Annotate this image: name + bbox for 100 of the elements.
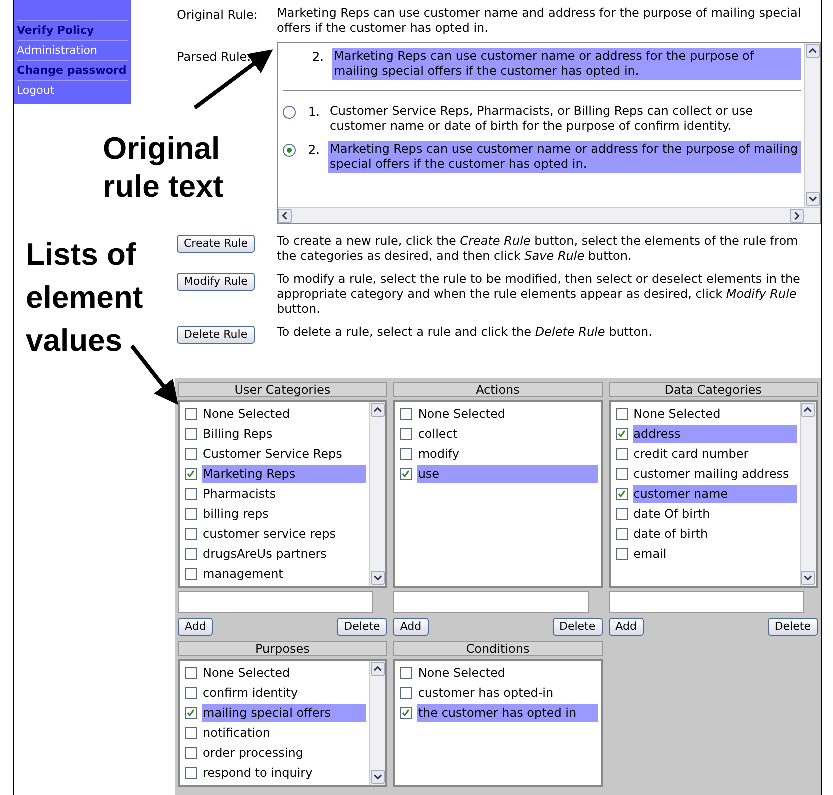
scroll-right-icon[interactable] <box>790 208 804 222</box>
vertical-scrollbar[interactable] <box>804 43 820 207</box>
scroll-down-icon[interactable] <box>806 192 820 206</box>
sidebar-link[interactable]: Change password <box>17 60 128 80</box>
list-item[interactable]: None Selected <box>202 405 366 423</box>
checkbox[interactable] <box>185 468 197 480</box>
list-item[interactable]: billing reps <box>202 505 366 523</box>
checkbox[interactable] <box>185 428 197 440</box>
scroll-up-icon[interactable] <box>801 403 816 417</box>
checkbox[interactable] <box>616 428 628 440</box>
input-field[interactable] <box>608 591 804 613</box>
checkbox[interactable] <box>400 687 412 699</box>
checkbox[interactable] <box>185 767 197 779</box>
list-item[interactable]: respond to inquiry <box>202 764 366 782</box>
list-item[interactable]: email <box>632 545 797 563</box>
list-item[interactable]: the customer has opted in <box>417 704 598 722</box>
rule-option[interactable]: Marketing Reps can use customer name or address for the purpose of mailing special offers if the customer has opted in. <box>328 141 801 173</box>
input-field[interactable] <box>178 591 374 613</box>
scroll-up-icon[interactable] <box>806 44 820 58</box>
delete-button[interactable]: Delete <box>768 618 818 636</box>
category-header: Actions <box>393 382 603 397</box>
list-item[interactable]: customer mailing address <box>632 465 797 483</box>
add-button[interactable]: Add <box>178 618 214 636</box>
rule-number: 2. <box>312 49 324 66</box>
list-item[interactable]: collect <box>417 425 598 443</box>
checkbox[interactable] <box>185 568 197 580</box>
list-item[interactable]: None Selected <box>417 405 598 423</box>
list-item[interactable]: None Selected <box>632 405 797 423</box>
checkmark-icon <box>187 709 195 717</box>
checkbox[interactable] <box>400 707 412 719</box>
sidebar-link[interactable]: Administration <box>17 40 128 60</box>
delete-button[interactable]: Delete <box>337 618 388 636</box>
action-button[interactable]: Modify Rule <box>177 273 255 291</box>
add-button[interactable]: Add <box>608 618 644 636</box>
checkbox[interactable] <box>400 428 412 440</box>
checkbox[interactable] <box>400 448 412 460</box>
list-item[interactable]: Marketing Reps <box>202 465 366 483</box>
list-item[interactable]: date of birth <box>632 525 797 543</box>
list-item[interactable]: Customer Service Reps <box>202 445 366 463</box>
action-button[interactable]: Create Rule <box>177 235 255 253</box>
scrollbar[interactable] <box>800 402 816 586</box>
scroll-down-icon[interactable] <box>801 571 816 585</box>
list-item[interactable]: management <box>202 565 366 583</box>
list-item[interactable]: customer service reps <box>202 525 366 543</box>
list-item[interactable]: None Selected <box>417 664 598 682</box>
checkbox[interactable] <box>400 408 412 420</box>
checkbox[interactable] <box>616 548 628 560</box>
list-item[interactable]: notification <box>202 724 366 742</box>
radio-button[interactable] <box>283 106 296 119</box>
checkbox[interactable] <box>185 508 197 520</box>
input-field[interactable] <box>393 591 589 613</box>
list-item[interactable]: drugsAreUs partners <box>202 545 366 563</box>
rule-option[interactable]: Customer Service Reps, Pharmacists, or Billing Reps can collect or use customer name or date of birth for the purpose of confirm identity. <box>328 103 801 135</box>
list-item[interactable]: customer has opted-in <box>417 684 598 702</box>
radio-button[interactable] <box>283 144 296 157</box>
list-item[interactable]: Billing Reps <box>202 425 366 443</box>
list-item[interactable]: None Selected <box>202 664 366 682</box>
checkbox[interactable] <box>185 727 197 739</box>
scroll-up-icon[interactable] <box>370 403 385 417</box>
checkbox[interactable] <box>185 687 197 699</box>
scrollbar[interactable] <box>369 402 386 586</box>
list-item[interactable]: credit card number <box>632 445 797 463</box>
category-header: Conditions <box>393 641 603 656</box>
checkbox[interactable] <box>616 448 628 460</box>
list-item[interactable]: modify <box>417 445 598 463</box>
checkbox[interactable] <box>185 707 197 719</box>
scroll-left-icon[interactable] <box>278 208 292 222</box>
list-item[interactable]: order processing <box>202 744 366 762</box>
list-item[interactable]: confirm identity <box>202 684 366 702</box>
horizontal-scrollbar[interactable] <box>278 207 820 223</box>
checkbox[interactable] <box>616 468 628 480</box>
scroll-down-icon[interactable] <box>370 571 385 585</box>
list-item[interactable]: Pharmacists <box>202 485 366 503</box>
sidebar-link[interactable]: Logout <box>17 80 128 100</box>
checkbox[interactable] <box>400 468 412 480</box>
list-item[interactable]: mailing special offers <box>202 704 366 722</box>
add-button[interactable]: Add <box>393 618 429 636</box>
checkbox[interactable] <box>185 448 197 460</box>
action-button[interactable]: Delete Rule <box>177 326 255 344</box>
checkbox[interactable] <box>616 488 628 500</box>
checkbox[interactable] <box>616 508 628 520</box>
list-item[interactable]: address <box>632 425 797 443</box>
scroll-down-icon[interactable] <box>370 770 385 784</box>
checkbox[interactable] <box>185 747 197 759</box>
checkbox[interactable] <box>185 408 197 420</box>
checkbox[interactable] <box>185 548 197 560</box>
checkbox[interactable] <box>185 488 197 500</box>
scroll-up-icon[interactable] <box>370 662 385 676</box>
list-item[interactable]: date Of birth <box>632 505 797 523</box>
annotation-arrow <box>130 344 178 406</box>
checkbox[interactable] <box>185 528 197 540</box>
sidebar-link[interactable]: Verify Policy <box>17 20 128 40</box>
checkbox[interactable] <box>616 408 628 420</box>
list-item[interactable]: customer name <box>632 485 797 503</box>
checkbox[interactable] <box>185 667 197 679</box>
scrollbar[interactable] <box>369 661 386 785</box>
list-item[interactable]: use <box>417 465 598 483</box>
checkbox[interactable] <box>400 667 412 679</box>
checkbox[interactable] <box>616 528 628 540</box>
delete-button[interactable]: Delete <box>552 618 603 636</box>
